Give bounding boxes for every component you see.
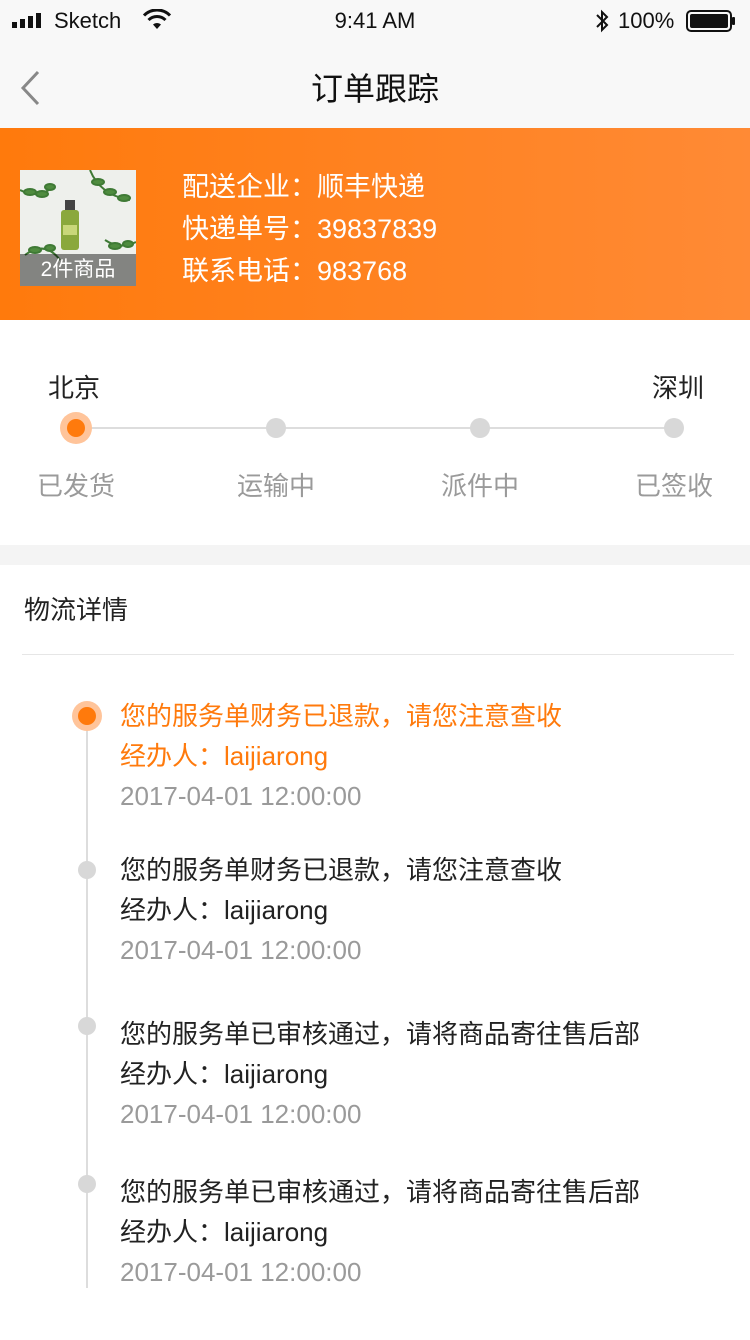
event-message: 您的服务单已审核通过，请将商品寄往售后部 [120, 1019, 641, 1049]
stage-label-shipped: 已发货 [36, 471, 115, 501]
divider [22, 654, 734, 655]
stage-node-in-transit [266, 418, 286, 438]
event-handler: 经办人：laijiarong [120, 736, 720, 776]
courier-label: 配送企业： [182, 172, 317, 202]
courier-row: 配送企业：顺丰快递 [182, 168, 437, 210]
battery-percent: 100% [618, 8, 675, 33]
event-message: 您的服务单财务已退款，请您注意查收 [120, 855, 563, 885]
stage-label-signed: 已签收 [634, 471, 713, 501]
timeline-dot [78, 1017, 96, 1035]
event-handler: 经办人：laijiarong [120, 1054, 720, 1094]
handler-name: laijiarong [224, 895, 329, 925]
bluetooth-icon [596, 9, 609, 33]
timeline-event: 您的服务单已审核通过，请将商品寄往售后部 经办人：laijiarong 2017… [120, 1172, 720, 1292]
timeline-event: 您的服务单财务已退款，请您注意查收 经办人：laijiarong 2017-04… [120, 696, 720, 816]
progress-track [76, 427, 674, 429]
stage-label-delivering: 派件中 [440, 471, 519, 501]
timeline-dot [78, 1175, 96, 1193]
status-bar: Sketch 9:41 AM 100% [0, 0, 750, 40]
stage-node-delivering [470, 418, 490, 438]
event-time: 2017-04-01 12:00:00 [120, 1099, 362, 1129]
courier-name: 顺丰快递 [317, 172, 425, 202]
handler-name: laijiarong [224, 1059, 329, 1089]
section-divider [0, 545, 750, 565]
timeline-dot [78, 861, 96, 879]
product-thumbnail[interactable]: 2件商品 [20, 170, 136, 286]
tracking-label: 快递单号： [182, 214, 317, 244]
event-handler: 经办人：laijiarong [120, 1212, 720, 1252]
timeline-event: 您的服务单已审核通过，请将商品寄往售后部 经办人：laijiarong 2017… [120, 1014, 720, 1134]
shipment-banner: 2件商品 配送企业：顺丰快递 快递单号：39837839 联系电话：983768 [0, 128, 750, 320]
timeline-line [86, 716, 88, 1288]
battery-icon [686, 10, 735, 32]
handler-name: laijiarong [224, 1217, 329, 1247]
handler-label: 经办人： [120, 1217, 225, 1247]
event-time: 2017-04-01 12:00:00 [120, 935, 362, 965]
destination-city: 深圳 [651, 373, 704, 403]
timeline-event: 您的服务单财务已退款，请您注意查收 经办人：laijiarong 2017-04… [120, 850, 720, 970]
phone-label: 联系电话： [182, 256, 317, 286]
event-handler: 经办人：laijiarong [120, 890, 720, 930]
page-title: 订单跟踪 [310, 71, 439, 107]
event-message: 您的服务单已审核通过，请将商品寄往售后部 [120, 1177, 641, 1207]
phone-number[interactable]: 983768 [317, 256, 407, 286]
item-count: 2件商品 [20, 254, 136, 286]
stage-label-in-transit: 运输中 [236, 471, 315, 501]
shipping-progress: 北京 深圳 已发货 运输中 派件中 已签收 [0, 320, 750, 545]
section-title: 物流详情 [24, 595, 129, 625]
stage-node-signed [664, 418, 684, 438]
event-time: 2017-04-01 12:00:00 [120, 1257, 362, 1287]
timeline-dot-current [72, 701, 102, 731]
handler-label: 经办人： [120, 741, 225, 771]
handler-label: 经办人： [120, 1059, 225, 1089]
handler-label: 经办人： [120, 895, 225, 925]
event-message: 您的服务单财务已退款，请您注意查收 [120, 701, 563, 731]
phone-row: 联系电话：983768 [182, 252, 437, 294]
nav-bar: 订单跟踪 [0, 40, 750, 128]
shipment-info: 配送企业：顺丰快递 快递单号：39837839 联系电话：983768 [182, 168, 437, 294]
tracking-row: 快递单号：39837839 [182, 210, 437, 252]
origin-city: 北京 [48, 373, 101, 403]
stage-node-shipped [60, 412, 92, 444]
handler-name: laijiarong [224, 741, 329, 771]
event-time: 2017-04-01 12:00:00 [120, 781, 362, 811]
tracking-number[interactable]: 39837839 [317, 214, 437, 244]
